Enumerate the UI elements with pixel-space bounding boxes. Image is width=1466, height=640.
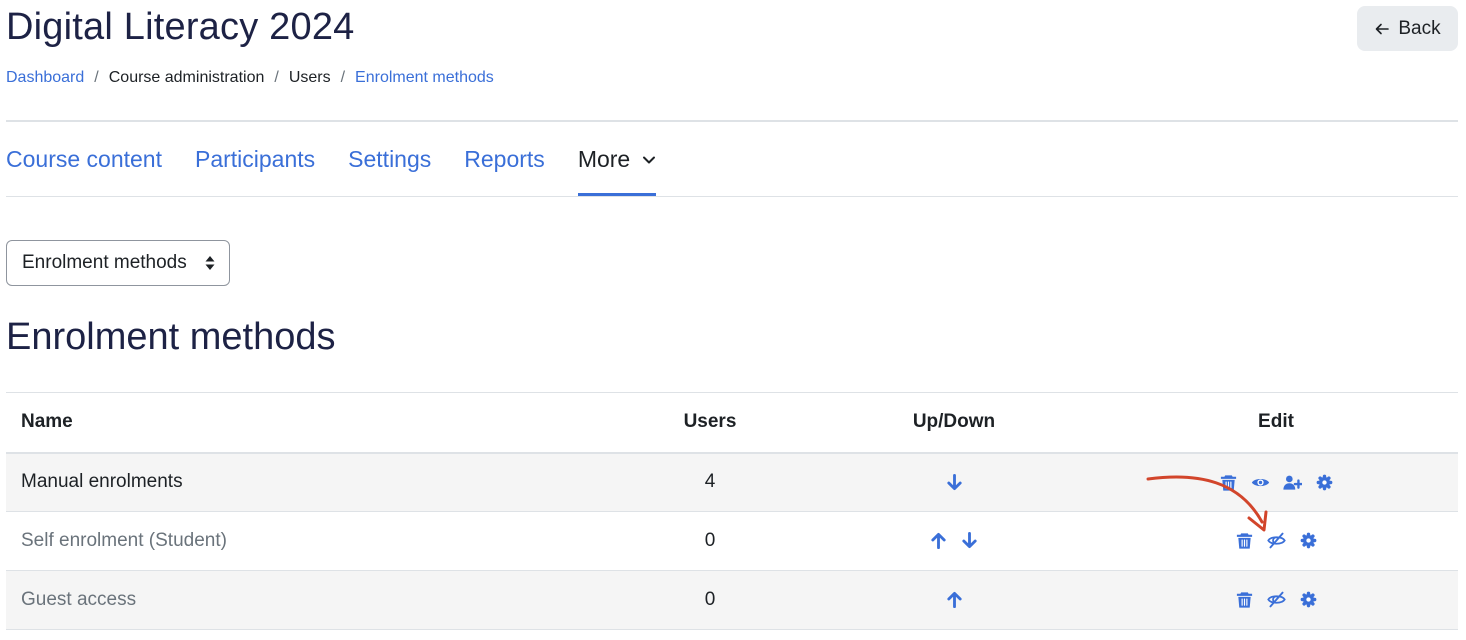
updown-controls <box>929 531 979 550</box>
tab-settings[interactable]: Settings <box>348 122 431 197</box>
gear-icon[interactable] <box>1299 531 1318 550</box>
arrow-up-icon[interactable] <box>945 590 964 609</box>
edit-controls <box>1219 473 1334 492</box>
divider <box>6 196 1458 197</box>
method-users-count: 0 <box>606 570 814 630</box>
trash-icon[interactable] <box>1219 473 1238 492</box>
breadcrumb-separator: / <box>340 69 346 86</box>
breadcrumb-dashboard[interactable]: Dashboard <box>6 69 84 87</box>
method-users-count: 0 <box>606 511 814 571</box>
sort-updown-icon <box>205 256 215 270</box>
page-title: Digital Literacy 2024 <box>6 6 355 48</box>
breadcrumb: Dashboard / Course administration / User… <box>6 69 494 87</box>
method-name: Manual enrolments <box>6 452 606 512</box>
method-users-count: 4 <box>606 452 814 512</box>
section-title: Enrolment methods <box>6 316 336 358</box>
breadcrumb-course-administration: Course administration <box>108 69 265 86</box>
enrolment-methods-table: Name Users Up/Down Edit Manual enrolment… <box>6 392 1458 630</box>
eye-slash-icon[interactable] <box>1266 531 1286 550</box>
tab-label: More <box>577 146 631 172</box>
tab-participants[interactable]: Participants <box>195 122 315 197</box>
tab-label: Settings <box>348 146 432 172</box>
breadcrumb-enrolment-methods[interactable]: Enrolment methods <box>355 69 494 87</box>
column-header-edit: Edit <box>1094 392 1458 454</box>
gear-icon[interactable] <box>1315 473 1334 492</box>
page-selector-value: Enrolment methods <box>22 252 187 273</box>
breadcrumb-separator: / <box>274 69 279 86</box>
page-selector[interactable]: Enrolment methods <box>6 240 230 286</box>
table-row: Self enrolment (Student) 0 <box>6 511 1458 571</box>
secondary-navigation: Course content Participants Settings Rep… <box>6 122 689 197</box>
column-header-updown: Up/Down <box>814 392 1094 454</box>
tab-reports[interactable]: Reports <box>464 122 545 197</box>
gear-icon[interactable] <box>1299 590 1318 609</box>
trash-icon[interactable] <box>1235 531 1254 550</box>
method-name: Self enrolment (Student) <box>6 511 606 571</box>
breadcrumb-users: Users <box>288 69 331 86</box>
eye-icon[interactable] <box>1251 473 1270 492</box>
back-button-label: Back <box>1398 17 1441 39</box>
table-header-row: Name Users Up/Down Edit <box>6 392 1458 454</box>
tab-label: Reports <box>464 146 545 172</box>
column-header-users: Users <box>606 392 814 454</box>
tab-course-content[interactable]: Course content <box>6 122 162 197</box>
table-row: Guest access 0 <box>6 570 1458 630</box>
trash-icon[interactable] <box>1235 590 1254 609</box>
method-name: Guest access <box>6 570 606 630</box>
enrol-users-icon[interactable] <box>1282 473 1302 492</box>
back-button[interactable]: Back <box>1357 6 1458 51</box>
tab-label: Course content <box>6 146 162 172</box>
column-header-name: Name <box>6 392 606 454</box>
arrow-up-icon[interactable] <box>929 531 948 550</box>
arrow-down-icon[interactable] <box>960 531 979 550</box>
edit-controls <box>1235 531 1318 550</box>
table-row: Manual enrolments 4 <box>6 452 1458 512</box>
updown-controls <box>945 473 964 492</box>
breadcrumb-separator: / <box>94 69 99 86</box>
eye-slash-icon[interactable] <box>1266 590 1286 609</box>
edit-controls <box>1235 590 1318 609</box>
updown-controls <box>945 590 964 609</box>
arrow-down-icon[interactable] <box>945 473 964 492</box>
tab-label: Participants <box>194 146 316 172</box>
tab-more[interactable]: More <box>577 122 657 197</box>
arrow-left-icon <box>1376 23 1390 34</box>
chevron-down-icon <box>643 156 656 163</box>
